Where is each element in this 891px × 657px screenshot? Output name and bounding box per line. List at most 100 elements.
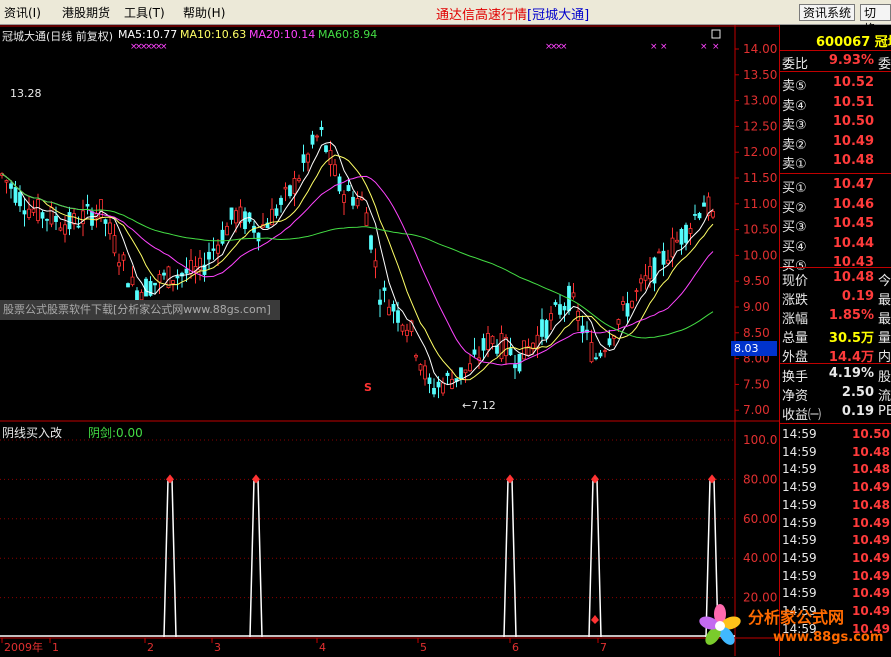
menu-info[interactable]: 资讯(I) <box>4 4 41 21</box>
tick-row[interactable]: 14:59 10.49 <box>780 516 891 533</box>
ask-row[interactable]: 卖② 10.49 <box>780 134 891 153</box>
watermark-banner: 股票公式股票软件下载[分析家公式网www.88gs.com] <box>0 300 280 320</box>
bid-row-value: 10.46 <box>832 196 874 212</box>
bid-row-value: 10.44 <box>832 235 874 251</box>
menu-help[interactable]: 帮助(H) <box>183 4 225 21</box>
kline-chart[interactable]: 14.00 13.50 13.00 12.50 12.00 11.50 11.00 10.50… <box>0 25 779 656</box>
bid-row[interactable]: 买① 10.47 <box>780 177 891 196</box>
candle-body <box>139 291 144 301</box>
tick-row[interactable]: 14:59 10.49 <box>780 480 891 497</box>
stat-row-extra: 量 <box>878 331 891 346</box>
candle-body <box>459 367 463 379</box>
candle-body <box>117 262 121 267</box>
menu-hk-futures[interactable]: 港股期货 <box>62 4 110 21</box>
candle-body <box>621 301 625 305</box>
tick-price: 10.49 <box>852 568 890 583</box>
stat2-row-label: 换手 <box>782 370 809 385</box>
candle-body <box>319 127 324 130</box>
indicator-value: 阴剑:0.00 <box>88 426 143 440</box>
tick-row[interactable]: 14:59 10.48 <box>780 498 891 515</box>
signal-x-marker: × <box>160 42 168 52</box>
candle-body <box>486 333 490 350</box>
signal-s-marker: S <box>364 381 372 394</box>
stat2-row[interactable]: 收益㈠ 0.19 PE <box>780 404 891 423</box>
tick-row[interactable]: 14:59 10.49 <box>780 569 891 586</box>
stat2-row-extra: PE <box>878 404 891 419</box>
ask-row-label: 卖① <box>782 157 807 172</box>
bid-row[interactable]: 买④ 10.44 <box>780 235 891 255</box>
bid-row-label: 买④ <box>782 239 807 255</box>
stat2-row[interactable]: 净资 2.50 流 <box>780 385 891 404</box>
candle-body <box>382 287 387 291</box>
logo-text: 分析家公式网 <box>748 608 845 627</box>
stat-row[interactable]: 涨幅 1.85% 最 <box>780 308 891 327</box>
candle-body <box>234 210 238 224</box>
stat-row-label: 涨幅 <box>782 312 809 327</box>
candle-body <box>54 215 58 222</box>
candle-body <box>45 218 49 221</box>
candle-body <box>324 145 328 152</box>
bid-row[interactable]: 买③ 10.45 <box>780 216 891 235</box>
stat-row-label: 涨跌 <box>782 293 809 308</box>
tick-row[interactable]: 14:59 10.48 <box>780 445 891 462</box>
y-tick-label: 8.50 <box>743 326 770 340</box>
stat-row[interactable]: 现价 10.48 今 <box>780 270 891 289</box>
logo-url: www.88gs.com <box>773 630 884 645</box>
ask-row[interactable]: 卖① 10.48 <box>780 153 891 172</box>
stat-row-extra: 最 <box>878 312 891 327</box>
menu-tools[interactable]: 工具(T) <box>124 4 165 21</box>
stat-row[interactable]: 外盘 14.4万内 <box>780 346 891 365</box>
signal-x-marker: × <box>712 42 720 52</box>
candle-body <box>378 299 382 305</box>
candle-body <box>126 283 130 288</box>
tick-row[interactable]: 14:59 10.49 <box>780 533 891 550</box>
stat-row[interactable]: 总量 30.5万量 <box>780 327 891 346</box>
ask-row-label: 卖③ <box>782 118 807 133</box>
signal-x-marker: × <box>700 42 708 52</box>
ask-row-value: 10.48 <box>832 153 874 168</box>
ask-row[interactable]: 卖③ 10.50 <box>780 114 891 133</box>
quote-panel: 600067 冠城委比 9.93% 委卖⑤ 10.52 卖④ 10.51 卖③ 10.50 卖②… <box>779 25 891 656</box>
candle-body <box>495 345 499 354</box>
news-system-button[interactable]: 资讯系统 <box>799 4 856 21</box>
candle-body <box>27 208 31 218</box>
stock-code-header: 600067 冠城 <box>816 35 891 50</box>
candle-body <box>220 229 225 244</box>
candle-body <box>693 214 697 216</box>
weibi-row[interactable]: 委比 9.93% 委 <box>780 53 891 72</box>
tick-time: 14:59 <box>782 444 817 459</box>
bid-row[interactable]: 买② 10.46 <box>780 196 891 216</box>
panel-divider <box>780 267 891 268</box>
stat-row[interactable]: 涨跌 0.19 最 <box>780 289 891 308</box>
stat2-row-value: 0.19 <box>841 404 874 419</box>
candle-body <box>387 306 391 316</box>
ask-row[interactable]: 卖⑤ 10.52 <box>780 75 891 94</box>
y-tick-label: 7.50 <box>743 377 770 391</box>
candle-body <box>274 208 279 216</box>
candle-body <box>441 382 445 394</box>
candle-body <box>184 268 189 274</box>
candle-body <box>225 225 229 236</box>
ask-row-label: 卖⑤ <box>782 79 807 94</box>
candle-body <box>31 208 36 213</box>
panel-divider <box>780 173 891 174</box>
tick-row[interactable]: 14:59 10.48 <box>780 462 891 479</box>
indicator-tick-label: 80.00 <box>743 472 777 486</box>
ask-row-value: 10.52 <box>832 75 874 90</box>
switch-button[interactable]: 切换 <box>860 4 891 36</box>
candle-body <box>553 302 558 305</box>
x-tick-label: 1 <box>52 641 59 654</box>
tick-price: 10.48 <box>852 444 890 459</box>
ask-row[interactable]: 卖④ 10.51 <box>780 95 891 114</box>
menu-bar: 资讯(I) 港股期货 工具(T) 帮助(H) 通达信高速行情[冠城大通] 资讯系… <box>0 0 891 36</box>
candle-body <box>216 244 220 254</box>
ask-row-value: 10.50 <box>832 114 874 129</box>
tick-row[interactable]: 14:59 10.50 <box>780 427 891 444</box>
candle-body <box>405 329 409 336</box>
x-tick-label: 3 <box>214 641 221 654</box>
stat2-row[interactable]: 换手 4.19% 股 <box>780 366 891 385</box>
candle-body <box>306 153 310 163</box>
candle-body <box>85 203 90 207</box>
tick-row[interactable]: 14:59 10.49 <box>780 551 891 568</box>
candle-body <box>229 207 234 220</box>
